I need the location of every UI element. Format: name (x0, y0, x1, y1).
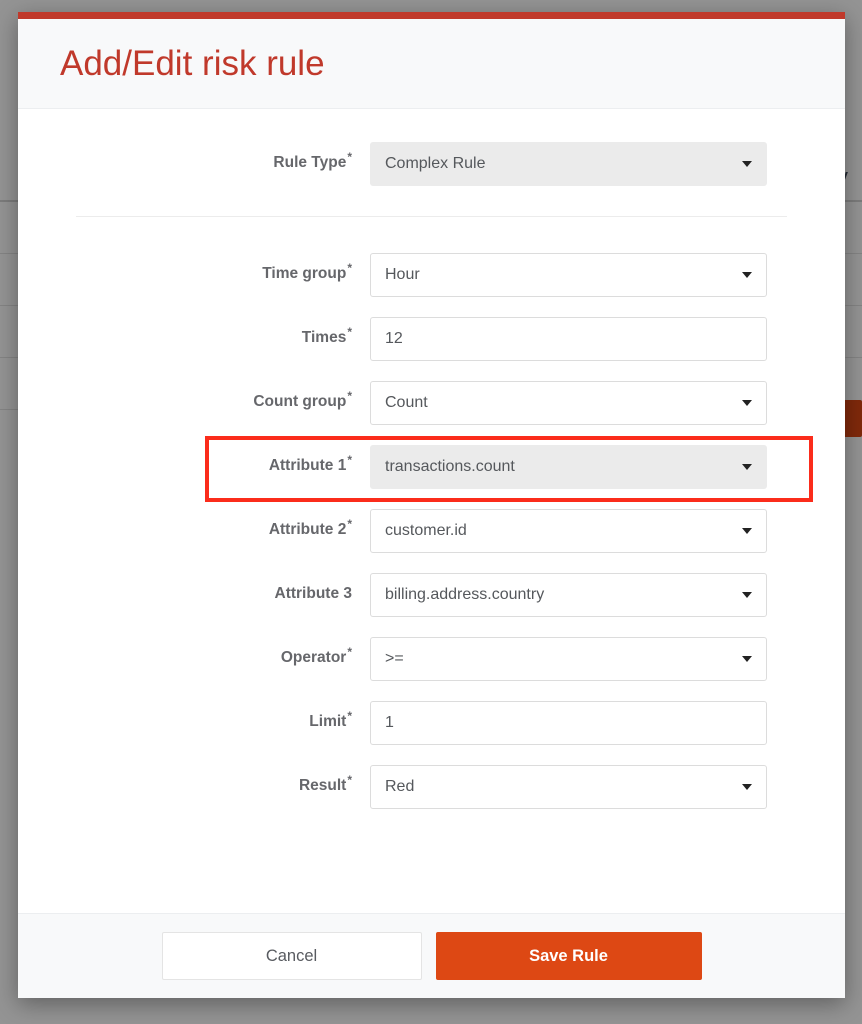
label-attribute-1: Attribute 1* (18, 445, 370, 475)
chevron-down-icon (742, 784, 752, 790)
label-attribute-2: Attribute 2* (18, 509, 370, 539)
chevron-down-icon (742, 656, 752, 662)
save-rule-button[interactable]: Save Rule (435, 932, 702, 980)
form-row-times: Times* 12 (18, 317, 845, 361)
chevron-down-icon (742, 161, 752, 167)
attribute-1-select[interactable]: transactions.count (370, 445, 767, 489)
required-marker: * (347, 324, 352, 339)
form-row-result: Result* Red (18, 765, 845, 809)
label-rule-type: Rule Type* (18, 142, 370, 172)
attribute-1-value: transactions.count (385, 458, 515, 475)
control-operator: >= (370, 637, 767, 681)
required-marker: * (347, 516, 352, 531)
label-text-operator: Operator (280, 649, 347, 666)
rule-detail-section: Time group* Hour Times* 12 Count group* … (18, 253, 845, 809)
operator-value: >= (385, 650, 404, 667)
attribute-2-select[interactable]: customer.id (370, 509, 767, 553)
time-group-value: Hour (385, 266, 420, 283)
form-row-attribute-1: Attribute 1* transactions.count (18, 436, 845, 502)
count-group-value: Count (385, 394, 428, 411)
operator-select[interactable]: >= (370, 637, 767, 681)
label-result: Result* (18, 765, 370, 795)
required-marker: * (347, 388, 352, 403)
modal-body: Rule Type* Complex Rule Time group* Hour… (18, 109, 845, 913)
label-text-limit: Limit (309, 713, 347, 730)
chevron-down-icon (742, 528, 752, 534)
result-select[interactable]: Red (370, 765, 767, 809)
modal-footer: Cancel Save Rule (18, 913, 845, 998)
label-text-attribute-3: Attribute 3 (274, 585, 353, 602)
label-text-attribute-2: Attribute 2 (268, 521, 347, 538)
result-value: Red (385, 778, 415, 795)
control-times: 12 (370, 317, 767, 361)
form-row-time-group: Time group* Hour (18, 253, 845, 297)
form-row-limit: Limit* 1 (18, 701, 845, 745)
label-count-group: Count group* (18, 381, 370, 411)
label-time-group: Time group* (18, 253, 370, 283)
label-text-count-group: Count group (253, 393, 347, 410)
label-text-time-group: Time group (262, 265, 347, 282)
attribute-3-select[interactable]: billing.address.country (370, 573, 767, 617)
chevron-down-icon (742, 272, 752, 278)
modal-header: Add/Edit risk rule (18, 19, 845, 109)
label-operator: Operator* (18, 637, 370, 667)
form-row-attribute-2: Attribute 2* customer.id (18, 509, 845, 553)
label-limit: Limit* (18, 701, 370, 731)
attribute-2-value: customer.id (385, 522, 467, 539)
dialog-title: Add/Edit risk rule (60, 44, 325, 83)
modal-accent-bar (18, 12, 845, 19)
required-marker: * (347, 644, 352, 659)
label-times: Times* (18, 317, 370, 347)
control-limit: 1 (370, 701, 767, 745)
limit-value: 1 (385, 714, 394, 731)
add-edit-risk-rule-dialog: Add/Edit risk rule Rule Type* Complex Ru… (18, 12, 845, 998)
cancel-button[interactable]: Cancel (161, 932, 422, 980)
control-time-group: Hour (370, 253, 767, 297)
control-attribute-1: transactions.count (370, 445, 767, 489)
label-text-rule-type: Rule Type (273, 154, 347, 171)
control-result: Red (370, 765, 767, 809)
required-marker: * (347, 772, 352, 787)
times-input[interactable]: 12 (370, 317, 767, 361)
control-count-group: Count (370, 381, 767, 425)
times-value: 12 (385, 330, 403, 347)
time-group-select[interactable]: Hour (370, 253, 767, 297)
control-attribute-3: billing.address.country (370, 573, 767, 617)
required-marker: * (347, 149, 352, 164)
rule-type-section: Rule Type* Complex Rule (18, 109, 845, 186)
form-row-rule-type: Rule Type* Complex Rule (18, 142, 845, 186)
required-marker: * (347, 260, 352, 275)
attribute-3-value: billing.address.country (385, 586, 545, 603)
chevron-down-icon (742, 464, 752, 470)
required-marker: * (347, 452, 352, 467)
form-row-attribute-3: Attribute 3 billing.address.country (18, 573, 845, 617)
required-marker: * (347, 708, 352, 723)
count-group-select[interactable]: Count (370, 381, 767, 425)
form-row-count-group: Count group* Count (18, 381, 845, 425)
label-text-result: Result (298, 777, 347, 794)
control-rule-type: Complex Rule (370, 142, 767, 186)
control-attribute-2: customer.id (370, 509, 767, 553)
chevron-down-icon (742, 400, 752, 406)
section-divider (76, 216, 787, 217)
rule-type-select[interactable]: Complex Rule (370, 142, 767, 186)
label-attribute-3: Attribute 3 (18, 573, 370, 603)
chevron-down-icon (742, 592, 752, 598)
form-row-operator: Operator* >= (18, 637, 845, 681)
rule-type-value: Complex Rule (385, 155, 486, 172)
label-text-times: Times (301, 329, 347, 346)
label-text-attribute-1: Attribute 1 (268, 457, 347, 474)
limit-input[interactable]: 1 (370, 701, 767, 745)
